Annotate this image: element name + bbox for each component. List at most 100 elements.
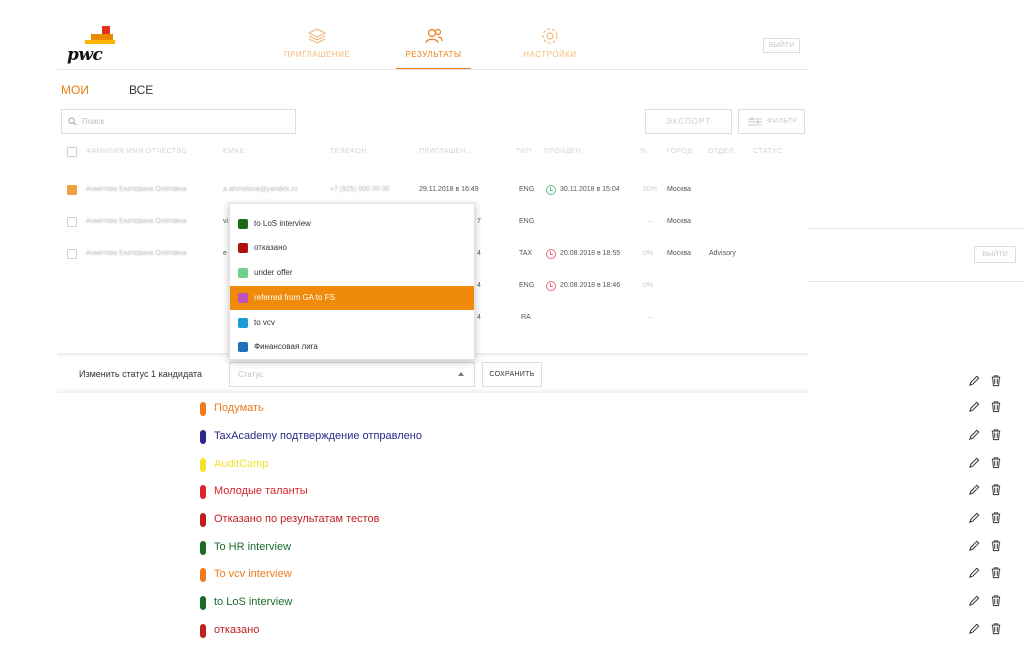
- status-list-item: TaxAcademy подтверждение отправлено: [200, 428, 980, 448]
- col-dept[interactable]: ОТДЕЛ: [708, 148, 734, 155]
- row-checkbox[interactable]: [67, 185, 77, 195]
- dropdown-option[interactable]: to LoS interview: [230, 212, 474, 236]
- cell-name: Ахметова Екатерина Олеговна: [86, 218, 187, 225]
- cell-city: Москва: [667, 250, 691, 257]
- row-checkbox[interactable]: [67, 217, 77, 227]
- status-list-item: To HR interview: [200, 539, 980, 559]
- layers-icon: [307, 28, 327, 44]
- background-divider-lower: [808, 281, 1024, 282]
- col-name[interactable]: ФАМИЛИЯ ИМЯ ОТЧЕСТВО: [86, 148, 187, 155]
- col-email[interactable]: EMAIL: [223, 148, 246, 155]
- col-phone[interactable]: ТЕЛЕФОН: [330, 148, 367, 155]
- status-list-item: AuditCamp: [200, 456, 980, 476]
- status-color-marker: [200, 568, 206, 582]
- col-status[interactable]: СТАТУС: [753, 148, 782, 155]
- logout-button[interactable]: ВЫЙТИ: [763, 38, 800, 53]
- status-swatch: [238, 342, 248, 352]
- search-input[interactable]: Поиск: [61, 109, 296, 134]
- tab-all[interactable]: ВСЕ: [129, 83, 153, 97]
- cell-email: e: [223, 250, 227, 257]
- tab-results[interactable]: РЕЗУЛЬТАТЫ: [396, 26, 471, 70]
- status-color-marker: [200, 513, 206, 527]
- status-name: to LoS interview: [214, 596, 293, 608]
- tab-invitation[interactable]: ПРИГЛАШЕНИЕ: [282, 26, 352, 70]
- delete-trash-icon[interactable]: [990, 511, 1004, 525]
- delete-trash-icon[interactable]: [990, 483, 1004, 497]
- status-color-marker: [200, 402, 206, 416]
- filter-label: ФИЛЬТР: [767, 118, 798, 125]
- status-swatch: [238, 243, 248, 253]
- delete-trash-icon[interactable]: [990, 400, 1004, 414]
- delete-trash-icon[interactable]: [990, 566, 1004, 580]
- option-label: Финансовая лига: [254, 342, 318, 351]
- background-logout-button[interactable]: ВЫЙТИ: [974, 246, 1016, 263]
- search-placeholder: Поиск: [82, 117, 105, 126]
- status-color-marker: [200, 541, 206, 555]
- cell-invited: 4: [477, 250, 481, 257]
- status-list-item: Отказано по результатам тестов: [200, 511, 980, 531]
- select-all-checkbox[interactable]: [67, 147, 77, 157]
- filter-sliders-icon: [748, 117, 762, 126]
- cell-city: Москва: [667, 218, 691, 225]
- status-dropdown-menu: to LoS interview отказано under offer re…: [229, 203, 475, 360]
- dropdown-option[interactable]: отказано: [230, 236, 474, 260]
- status-name: Подумать: [214, 402, 264, 414]
- status-list-item: To vcv interview: [200, 566, 980, 586]
- row-checkbox[interactable]: [67, 249, 77, 259]
- background-divider: [808, 228, 1024, 229]
- col-passed[interactable]: ПРОЙДЕН: [544, 148, 581, 155]
- status-name: отказано: [214, 624, 260, 636]
- clock-icon: [546, 249, 556, 259]
- status-list-item: отказано: [200, 622, 980, 642]
- option-label: to LoS interview: [254, 219, 311, 228]
- dropdown-option-selected[interactable]: referred from GA to FS: [230, 286, 474, 310]
- status-name: AuditCamp: [214, 458, 269, 470]
- cell-name: Ахметова Екатерина Олеговна: [86, 250, 187, 257]
- tab-invitation-label: ПРИГЛАШЕНИЕ: [283, 50, 351, 59]
- col-city[interactable]: ГОРОД: [667, 148, 692, 155]
- delete-trash-icon[interactable]: [990, 428, 1004, 442]
- delete-trash-icon[interactable]: [990, 456, 1004, 470]
- dropdown-option[interactable]: Финансовая лига: [230, 335, 474, 359]
- status-select[interactable]: Статус: [229, 362, 475, 387]
- dropdown-option[interactable]: under offer: [230, 261, 474, 285]
- save-button[interactable]: СОХРАНИТЬ: [482, 362, 542, 387]
- nav-divider: [57, 69, 808, 70]
- delete-trash-icon[interactable]: [990, 622, 1004, 636]
- cell-invited: 29.11.2018 в 16:49: [419, 186, 479, 193]
- cell-invited: 4: [477, 282, 481, 289]
- status-name: TaxAcademy подтверждение отправлено: [214, 430, 422, 442]
- dropdown-option[interactable]: to vcv: [230, 311, 474, 335]
- status-color-marker: [200, 458, 206, 472]
- option-label: referred from GA to FS: [254, 293, 335, 302]
- delete-trash-icon[interactable]: [990, 594, 1004, 608]
- cell-passed: 30.11.2018 в 15:04: [560, 186, 620, 193]
- filter-button[interactable]: ФИЛЬТР: [738, 109, 805, 134]
- cell-type: ENG: [519, 186, 535, 193]
- col-invited[interactable]: ПРИГЛАШЕН ↓: [419, 148, 472, 155]
- col-percent[interactable]: %: [640, 148, 647, 155]
- edit-pencil-icon[interactable]: [968, 374, 982, 388]
- search-icon: [68, 117, 77, 126]
- pwc-logo: pwc: [65, 26, 117, 66]
- clock-icon: [546, 185, 556, 195]
- cell-percent: —: [647, 218, 654, 225]
- cell-type: RA: [521, 314, 531, 321]
- caret-up-icon: [458, 372, 464, 376]
- status-color-marker: [200, 596, 206, 610]
- tab-settings[interactable]: НАСТРОЙКИ: [517, 26, 583, 70]
- delete-trash-icon[interactable]: [990, 374, 1004, 388]
- tab-mine[interactable]: МОИ: [61, 83, 89, 97]
- cell-email: vi: [223, 218, 229, 225]
- gear-icon: [542, 28, 558, 44]
- export-button[interactable]: ЭКСПОРТ: [645, 109, 732, 134]
- cell-percent: 0%: [643, 250, 654, 257]
- cell-name: Ахметова Екатерина Олеговна: [86, 186, 187, 193]
- cell-phone: +7 (925) 000 00 00: [330, 186, 390, 193]
- logo-text: pwc: [67, 45, 103, 65]
- delete-trash-icon[interactable]: [990, 539, 1004, 553]
- cell-invited: 7: [477, 218, 481, 225]
- cell-invited: 4: [477, 314, 481, 321]
- col-type[interactable]: ТИП: [516, 148, 532, 155]
- status-color-marker: [200, 624, 206, 638]
